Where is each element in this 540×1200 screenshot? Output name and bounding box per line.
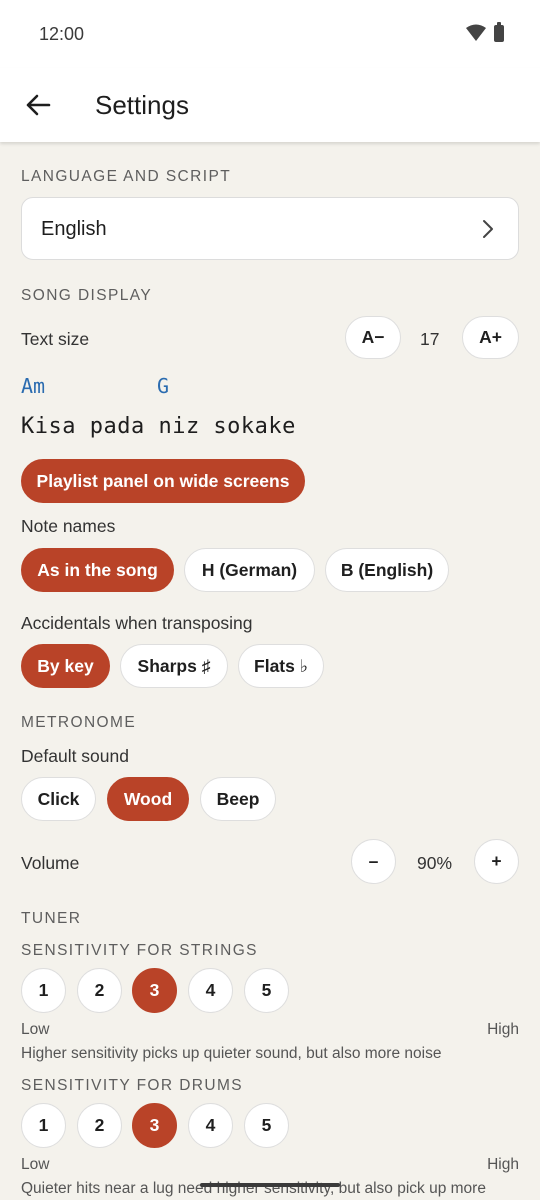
battery-icon — [494, 21, 504, 42]
sound-wood[interactable]: Wood — [107, 777, 189, 821]
arrow-back-icon — [26, 94, 51, 116]
page-title: Settings — [95, 90, 189, 120]
status-time: 12:00 — [39, 24, 85, 44]
section-header-metronome: METRONOME — [21, 714, 137, 731]
sound-beep[interactable]: Beep — [200, 777, 276, 821]
accidentals-sharps[interactable]: Sharps ♯ — [120, 644, 228, 688]
accidentals-label: Accidentals when transposing — [21, 613, 253, 633]
app-bar: Settings — [0, 68, 540, 142]
preview-chord: G — [157, 374, 170, 398]
drums-level-2[interactable]: 2 — [77, 1103, 122, 1148]
volume-increase-button[interactable]: + — [474, 839, 519, 884]
volume-value: 90% — [417, 853, 453, 873]
section-header-tuner: TUNER — [21, 910, 82, 927]
drums-low-label: Low — [21, 1156, 50, 1173]
language-value: English — [41, 218, 107, 240]
section-header-language: LANGUAGE AND SCRIPT — [21, 168, 232, 185]
drums-level-1[interactable]: 1 — [21, 1103, 66, 1148]
note-names-as-in-song[interactable]: As in the song — [21, 548, 174, 592]
playlist-panel-toggle[interactable]: Playlist panel on wide screens — [21, 459, 305, 503]
accidentals-by-key[interactable]: By key — [21, 644, 110, 688]
volume-label: Volume — [21, 853, 80, 873]
text-size-label: Text size — [21, 329, 90, 349]
strings-level-1[interactable]: 1 — [21, 968, 66, 1013]
drums-level-4[interactable]: 4 — [188, 1103, 233, 1148]
status-icons — [466, 21, 504, 42]
settings-content[interactable]: LANGUAGE AND SCRIPT English SONG DISPLAY… — [0, 142, 540, 1200]
note-names-english[interactable]: B (English) — [325, 548, 449, 592]
text-size-decrease-button[interactable]: A− — [345, 316, 401, 359]
drums-sensitivity-header: SENSITIVITY FOR DRUMS — [21, 1077, 244, 1094]
drums-level-5[interactable]: 5 — [244, 1103, 289, 1148]
default-sound-label: Default sound — [21, 746, 129, 766]
strings-low-label: Low — [21, 1021, 50, 1038]
text-size-value: 17 — [420, 329, 440, 349]
sound-click[interactable]: Click — [21, 777, 96, 821]
accidentals-flats[interactable]: Flats ♭ — [238, 644, 324, 688]
strings-hint: Higher sensitivity picks up quieter soun… — [21, 1045, 442, 1062]
preview-lyric: Kisa pada niz sokake — [21, 414, 296, 439]
strings-level-3[interactable]: 3 — [132, 968, 177, 1013]
back-button[interactable] — [20, 87, 56, 123]
drums-high-label: High — [487, 1156, 519, 1173]
strings-level-4[interactable]: 4 — [188, 968, 233, 1013]
preview-chord: Am — [21, 374, 46, 398]
text-size-increase-button[interactable]: A+ — [462, 316, 519, 359]
drums-level-3[interactable]: 3 — [132, 1103, 177, 1148]
status-bar: 12:00 — [0, 0, 540, 68]
note-names-label: Note names — [21, 516, 116, 536]
language-selector[interactable]: English — [21, 197, 519, 260]
section-header-song-display: SONG DISPLAY — [21, 287, 153, 304]
volume-decrease-button[interactable]: – — [351, 839, 396, 884]
wifi-icon — [466, 24, 486, 41]
strings-level-5[interactable]: 5 — [244, 968, 289, 1013]
note-names-german[interactable]: H (German) — [184, 548, 315, 592]
chevron-right-icon — [483, 220, 493, 238]
strings-sensitivity-header: SENSITIVITY FOR STRINGS — [21, 942, 258, 959]
strings-level-2[interactable]: 2 — [77, 968, 122, 1013]
strings-high-label: High — [487, 1021, 519, 1038]
gesture-nav-handle[interactable] — [200, 1183, 340, 1187]
